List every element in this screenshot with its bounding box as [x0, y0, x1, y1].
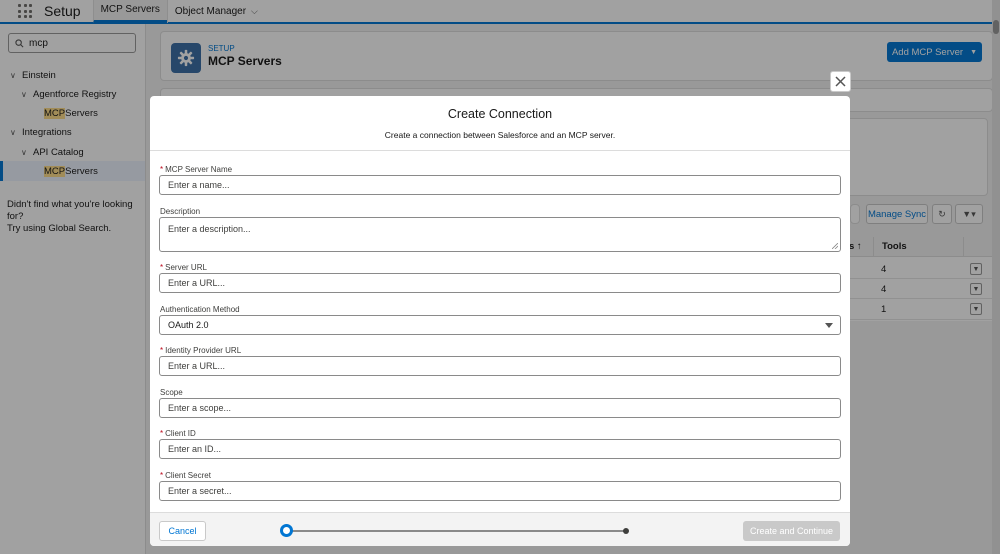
modal-header: Create Connection Create a connection be…	[150, 96, 850, 151]
cancel-button[interactable]: Cancel	[159, 521, 206, 541]
field-label-text: Description	[160, 207, 201, 216]
modal-subtitle: Create a connection between Salesforce a…	[384, 130, 616, 140]
required-marker: *	[160, 165, 164, 174]
server-url-label: * Server URL	[160, 263, 207, 272]
required-marker: *	[160, 471, 164, 480]
field-label-text: Identity Provider URL	[165, 346, 242, 355]
progress-step-next[interactable]	[623, 528, 629, 534]
input-placeholder: Enter a secret...	[168, 486, 232, 496]
required-marker: *	[160, 429, 164, 438]
field-label-text: Scope	[160, 388, 183, 397]
create-connection-modal: Create Connection Create a connection be…	[150, 96, 850, 546]
input-placeholder: Enter a scope...	[168, 403, 232, 413]
server-url-input[interactable]: Enter a URL...	[159, 273, 841, 293]
server-name-label: * MCP Server Name	[160, 165, 232, 174]
auth-method-label: Authentication Method	[160, 305, 240, 314]
client-secret-label: * Client Secret	[160, 471, 211, 480]
cancel-label: Cancel	[168, 526, 197, 536]
create-and-continue-button[interactable]: Create and Continue	[743, 521, 840, 541]
resize-handle-icon[interactable]	[832, 243, 838, 249]
client-id-label: * Client ID	[160, 429, 196, 438]
idp-url-input[interactable]: Enter a URL...	[159, 356, 841, 376]
required-marker: *	[160, 263, 164, 272]
field-label-text: Authentication Method	[160, 305, 240, 314]
close-modal-button[interactable]	[830, 71, 851, 92]
input-placeholder: Enter an ID...	[168, 444, 222, 454]
idp-url-label: * Identity Provider URL	[160, 346, 241, 355]
continue-label: Create and Continue	[749, 526, 834, 536]
description-textarea[interactable]: Enter a description...	[159, 217, 841, 252]
close-icon	[835, 76, 846, 87]
progress-indicator	[287, 530, 627, 532]
field-label-text: Server URL	[165, 263, 207, 272]
client-secret-input[interactable]: Enter a secret...	[159, 481, 841, 501]
input-placeholder: Enter a name...	[168, 180, 230, 190]
field-label-text: Client Secret	[165, 471, 211, 480]
server-name-input[interactable]: Enter a name...	[159, 175, 841, 195]
scope-input[interactable]: Enter a scope...	[159, 398, 841, 418]
progress-step-current[interactable]	[280, 524, 293, 537]
auth-method-select[interactable]: OAuth 2.0	[159, 315, 841, 335]
modal-title: Create Connection	[447, 107, 553, 121]
field-label-text: Client ID	[165, 429, 196, 438]
description-label: Description	[160, 207, 200, 216]
required-marker: *	[160, 346, 164, 355]
caret-down-icon	[825, 323, 833, 328]
input-placeholder: Enter a description...	[168, 224, 251, 234]
input-placeholder: Enter a URL...	[168, 361, 226, 371]
modal-footer: Cancel Create and Continue	[150, 512, 850, 546]
field-label-text: MCP Server Name	[165, 165, 233, 174]
input-placeholder: Enter a URL...	[168, 278, 226, 288]
select-value: OAuth 2.0	[168, 320, 209, 330]
client-id-input[interactable]: Enter an ID...	[159, 439, 841, 459]
scope-label: Scope	[160, 388, 183, 397]
